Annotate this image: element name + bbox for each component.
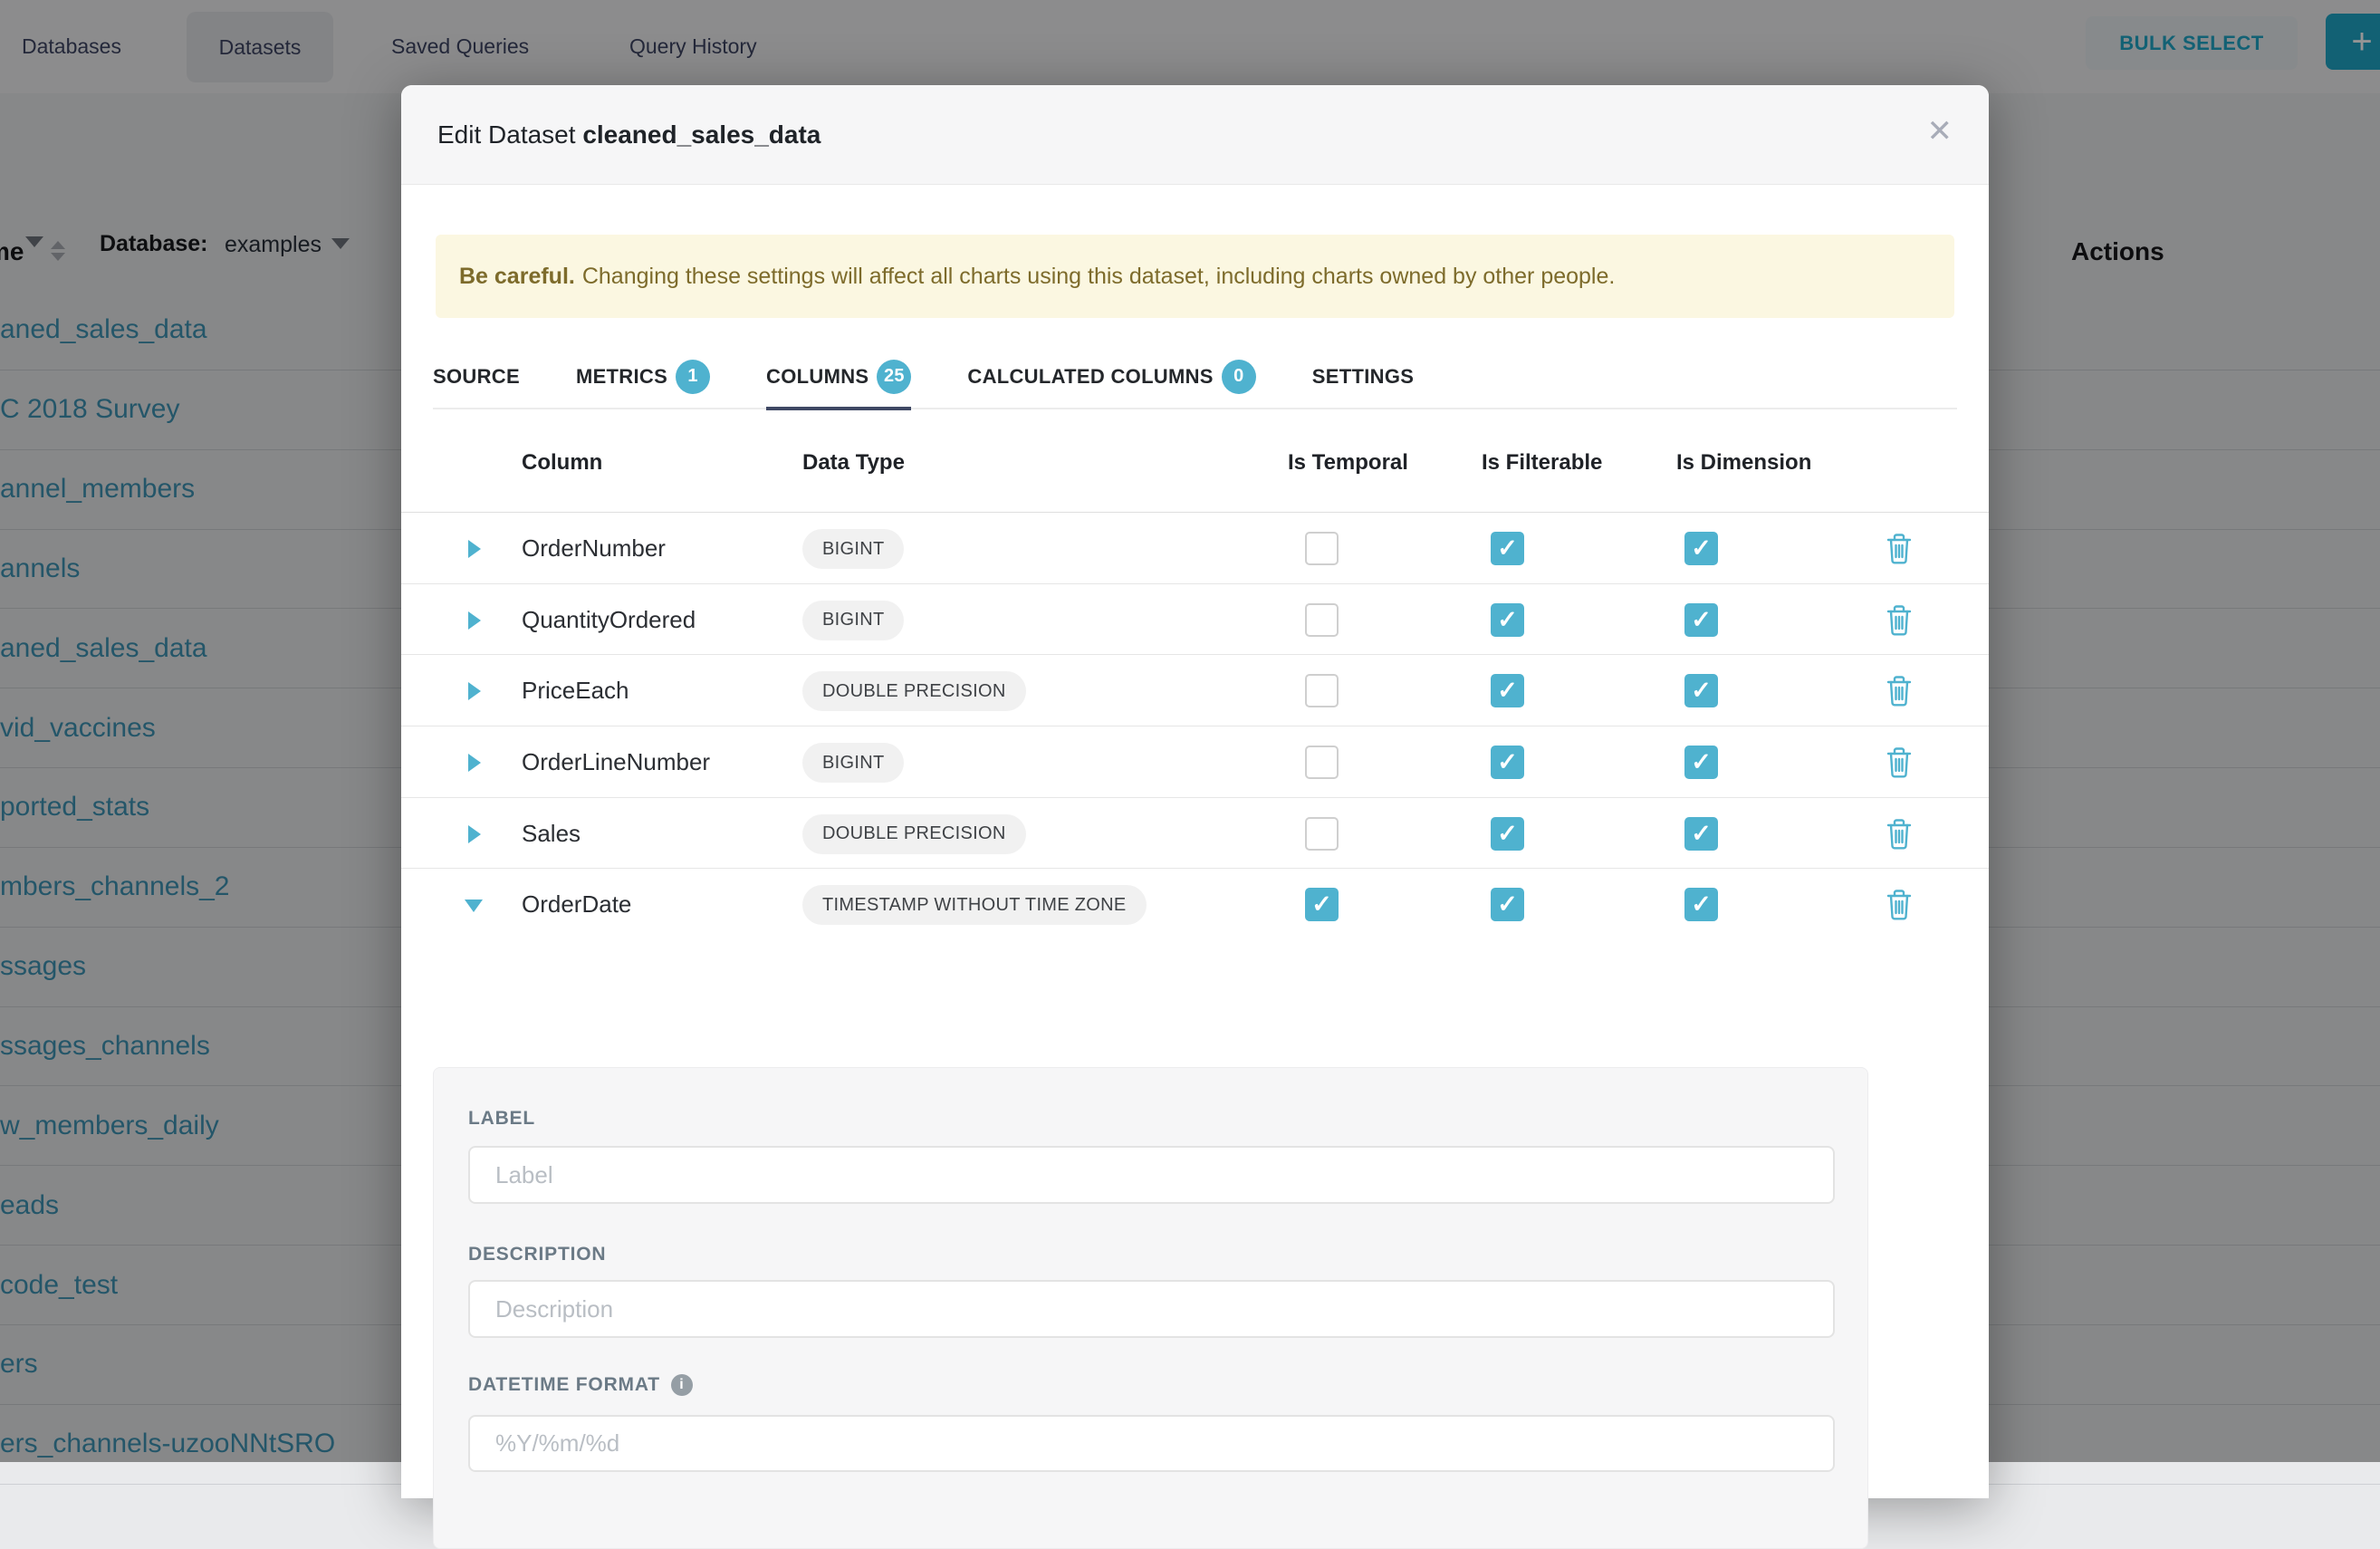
header-is-temporal: Is Temporal [1288,450,1408,476]
checked-checkbox-filterable[interactable]: ✓ [1491,532,1524,565]
tab-settings[interactable]: SETTINGS [1312,344,1414,409]
column-row-Sales: Sales DOUBLE PRECISION ✓ ✓ [401,798,1989,870]
checked-checkbox-filterable[interactable]: ✓ [1491,674,1524,707]
modal-tabs: SOURCE METRICS 1 COLUMNS 25 CALCULATED COLUMN… [433,345,1957,409]
tab-label: SOURCE [433,365,520,389]
dataset-name: cleaned_sales_data [582,120,821,149]
checked-checkbox-dimension[interactable]: ✓ [1684,674,1718,707]
checked-checkbox-dimension[interactable]: ✓ [1684,888,1718,921]
column-name: PriceEach [522,677,629,705]
delete-column-trash-icon[interactable] [1886,818,1913,855]
columns-table-header: Column Data Type Is Temporal Is Filterab… [401,409,1989,513]
unchecked-checkbox-temporal[interactable] [1305,603,1339,637]
datetime-format-input[interactable] [468,1415,1835,1472]
checked-checkbox-filterable[interactable]: ✓ [1491,888,1524,921]
column-name: OrderDate [522,890,631,919]
close-icon[interactable]: ✕ [1927,116,1953,147]
delete-column-trash-icon[interactable] [1886,746,1913,784]
info-icon[interactable]: i [671,1374,693,1396]
unchecked-checkbox-temporal[interactable] [1305,532,1339,565]
tab-source[interactable]: SOURCE [433,344,520,409]
unchecked-checkbox-temporal[interactable] [1305,817,1339,851]
columns-table: Column Data Type Is Temporal Is Filterab… [401,409,1989,940]
delete-column-trash-icon[interactable] [1886,889,1913,926]
datetime-format-field-label: DATETIME FORMAT i [468,1374,693,1396]
description-field-label: DESCRIPTION [468,1244,606,1265]
checked-checkbox-dimension[interactable]: ✓ [1684,746,1718,779]
data-type-pill: TIMESTAMP WITHOUT TIME ZONE [802,885,1147,925]
warning-text: Be careful.Changing these settings will … [459,264,1615,290]
delete-column-trash-icon[interactable] [1886,675,1913,712]
data-type-pill: BIGINT [802,529,904,569]
description-input[interactable] [468,1280,1835,1338]
header-data-type: Data Type [802,450,905,476]
tab-label: COLUMNS [766,365,869,389]
collapse-caret-icon[interactable] [465,900,483,912]
data-type-pill: DOUBLE PRECISION [802,671,1026,711]
modal-title: Edit Dataset cleaned_sales_data [437,120,821,149]
delete-column-trash-icon[interactable] [1886,604,1913,641]
tab-count-badge: 25 [877,360,911,394]
expand-caret-icon[interactable] [468,825,481,843]
tab-count-badge: 0 [1222,360,1256,394]
expand-caret-icon[interactable] [468,611,481,630]
data-type-pill: BIGINT [802,601,904,640]
tab-count-badge: 1 [676,360,710,394]
warning-banner: Be careful.Changing these settings will … [436,235,1954,318]
checked-checkbox-filterable[interactable]: ✓ [1491,603,1524,637]
column-name: Sales [522,820,581,848]
column-name: OrderLineNumber [522,748,710,776]
label-input[interactable] [468,1146,1835,1204]
header-column: Column [522,450,602,476]
column-row-OrderNumber: OrderNumber BIGINT ✓ ✓ [401,513,1989,584]
column-row-QuantityOrdered: QuantityOrdered BIGINT ✓ ✓ [401,584,1989,656]
checked-checkbox-dimension[interactable]: ✓ [1684,817,1718,851]
column-row-OrderLineNumber: OrderLineNumber BIGINT ✓ ✓ [401,726,1989,798]
tab-label: CALCULATED COLUMNS [967,365,1213,389]
column-name: QuantityOrdered [522,606,696,634]
unchecked-checkbox-temporal[interactable] [1305,674,1339,707]
modal-header: Edit Dataset cleaned_sales_data ✕ [401,85,1989,185]
checked-checkbox-temporal[interactable]: ✓ [1305,888,1339,921]
delete-column-trash-icon[interactable] [1886,533,1913,570]
checked-checkbox-dimension[interactable]: ✓ [1684,532,1718,565]
column-row-OrderDate: OrderDate TIMESTAMP WITHOUT TIME ZONE ✓ ✓ ✓ [401,869,1989,940]
tab-label: SETTINGS [1312,365,1414,389]
checked-checkbox-dimension[interactable]: ✓ [1684,603,1718,637]
data-type-pill: BIGINT [802,743,904,783]
column-row-PriceEach: PriceEach DOUBLE PRECISION ✓ ✓ [401,655,1989,726]
edit-dataset-modal: Edit Dataset cleaned_sales_data ✕ Be car… [401,85,1989,1498]
expand-caret-icon[interactable] [468,540,481,558]
column-detail-panel: LABEL DESCRIPTION DATETIME FORMAT i [433,1067,1868,1549]
expand-caret-icon[interactable] [468,682,481,700]
checked-checkbox-filterable[interactable]: ✓ [1491,746,1524,779]
checked-checkbox-filterable[interactable]: ✓ [1491,817,1524,851]
header-is-filterable: Is Filterable [1482,450,1602,476]
header-is-dimension: Is Dimension [1676,450,1811,476]
tab-metrics[interactable]: METRICS 1 [576,344,710,409]
tab-label: METRICS [576,365,667,389]
tab-columns[interactable]: COLUMNS 25 [766,344,911,409]
expand-caret-icon[interactable] [468,754,481,772]
unchecked-checkbox-temporal[interactable] [1305,746,1339,779]
column-name: OrderNumber [522,534,666,563]
tab-calculated-columns[interactable]: CALCULATED COLUMNS 0 [967,344,1255,409]
label-field-label: LABEL [468,1108,535,1130]
data-type-pill: DOUBLE PRECISION [802,814,1026,854]
